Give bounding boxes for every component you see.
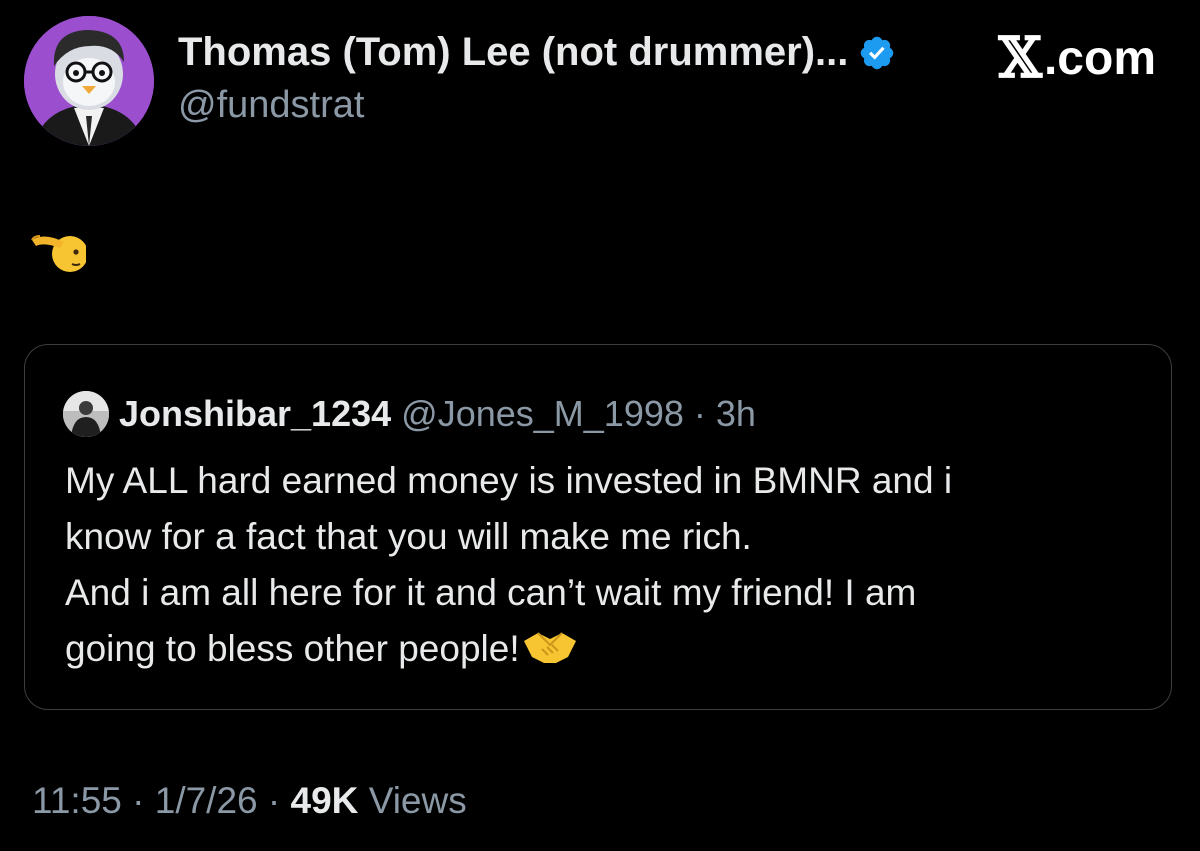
quoted-text-line: know for a fact that you will make me ri… (65, 516, 752, 557)
quoted-author-handle[interactable]: @Jones_M_1998 (401, 393, 684, 435)
quoted-text-line-last: going to bless other people! (65, 621, 1145, 677)
author-name-row: Thomas (Tom) Lee (not drummer)... (178, 30, 896, 75)
verified-badge-icon (858, 34, 896, 72)
quoted-text-line: And i am all here for it and can’t wait … (65, 572, 917, 613)
tweet-date[interactable]: 1/7/26 (155, 780, 258, 821)
author-display-name[interactable]: Thomas (Tom) Lee (not drummer)... (178, 30, 848, 75)
meta-separator: · (267, 780, 281, 821)
x-brand-logo: 𝕏 .com (999, 30, 1156, 86)
tweet-time[interactable]: 11:55 (32, 780, 122, 821)
quoted-text-line-content: going to bless other people! (65, 628, 520, 669)
quoted-tweet-header: Jonshibar_1234 @Jones_M_1998 · 3h (63, 391, 756, 437)
author-avatar[interactable] (24, 16, 154, 146)
tweet-footer-meta: 11:55 · 1/7/26 · 49K Views (32, 780, 467, 822)
quoted-tweet-text: My ALL hard earned money is invested in … (65, 453, 1145, 677)
handshake-icon (522, 627, 578, 667)
author-handle[interactable]: @fundstrat (178, 84, 364, 127)
penguin-avatar-icon (24, 16, 154, 146)
quoted-text-line: My ALL hard earned money is invested in … (65, 460, 953, 501)
person-photo-icon (63, 391, 109, 437)
quoted-timestamp[interactable]: 3h (716, 393, 756, 435)
quoted-tweet-card[interactable]: Jonshibar_1234 @Jones_M_1998 · 3h My ALL… (24, 344, 1172, 710)
brand-suffix: .com (1043, 31, 1156, 85)
meta-separator: · (693, 393, 706, 434)
meta-separator: · (132, 780, 145, 821)
views-count[interactable]: 49K (291, 780, 359, 821)
quoted-author-avatar[interactable] (63, 391, 109, 437)
views-label: Views (368, 780, 467, 821)
saluting-face-icon (30, 222, 88, 278)
x-logo-icon: 𝕏 (998, 25, 1042, 91)
quoted-author-name[interactable]: Jonshibar_1234 (119, 393, 391, 435)
